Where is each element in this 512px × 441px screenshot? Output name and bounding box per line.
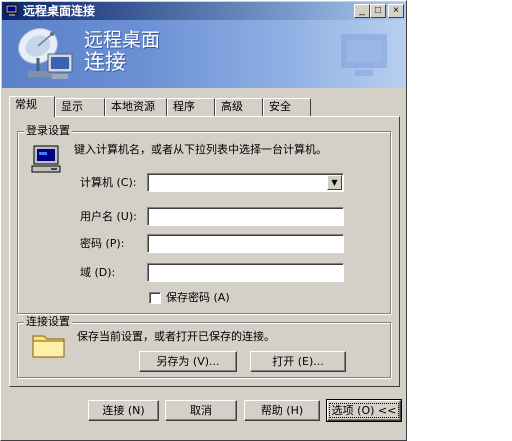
remote-desktop-icon: [5, 4, 18, 16]
login-description: 键入计算机名，或者从下拉列表中选择一台计算机。: [74, 143, 327, 156]
folder-icon: [32, 335, 65, 358]
connection-settings-title: 连接设置: [24, 315, 72, 329]
close-button[interactable]: ×: [388, 4, 404, 18]
save-password-label: 保存密码 (A): [166, 291, 230, 304]
chevron-down-icon[interactable]: ▼: [327, 175, 342, 190]
connection-description: 保存当前设置，或者打开已保存的连接。: [77, 330, 275, 343]
tab-advanced[interactable]: 高级: [215, 98, 263, 116]
options-label: 选项 (O) <<: [328, 402, 400, 418]
help-label: 帮助 (H): [260, 403, 304, 417]
tab-display[interactable]: 显示: [55, 98, 105, 116]
help-button[interactable]: 帮助 (H): [244, 400, 320, 421]
banner-title-line1: 远程桌面: [84, 29, 161, 51]
computer-label: 计算机 (C):: [80, 176, 137, 189]
save-as-button[interactable]: 另存为 (V)...: [139, 351, 237, 372]
username-label: 用户名 (U):: [80, 210, 137, 223]
computer-icon: [31, 145, 61, 173]
tab-strip: 常规 显示 本地资源 程序 高级 安全: [9, 96, 401, 117]
domain-input[interactable]: [147, 263, 344, 282]
tab-security[interactable]: 安全: [263, 98, 311, 116]
tab-local-resources[interactable]: 本地资源: [105, 98, 167, 116]
network-decoration-icon: [341, 34, 387, 76]
connection-settings-group: 连接设置 保存当前设置，或者打开已保存的连接。 另存为 (V)... 打开 (E…: [17, 315, 391, 378]
minimize-button[interactable]: _: [354, 4, 370, 18]
save-as-label: 另存为 (V)...: [156, 354, 220, 368]
tab-panel-general: 登录设置 键入计算机名，或者从下拉列表中选择一台计算机。 计算机 (C): ▼ …: [9, 116, 400, 387]
connect-label: 连接 (N): [102, 403, 145, 417]
options-button[interactable]: 选项 (O) <<: [326, 399, 402, 422]
tab-general[interactable]: 常规: [9, 96, 55, 117]
cancel-label: 取消: [190, 403, 212, 417]
domain-label: 域 (D):: [80, 266, 116, 279]
login-settings-title: 登录设置: [24, 124, 72, 138]
cancel-button[interactable]: 取消: [165, 400, 237, 421]
tab-programs[interactable]: 程序: [167, 98, 215, 116]
password-input[interactable]: [147, 234, 344, 253]
open-label: 打开 (E)...: [272, 354, 324, 368]
window-title: 远程桌面连接: [23, 4, 96, 18]
maximize-button[interactable]: □: [370, 4, 386, 18]
satellite-dish-computer-icon: [18, 27, 73, 79]
title-bar[interactable]: 远程桌面连接 _ □ ×: [2, 2, 406, 20]
remote-desktop-window: 远程桌面连接 _ □ × 远程桌面 连接 常规 显示 本地资源 程序 高级 安全…: [0, 0, 407, 441]
save-password-checkbox[interactable]: [149, 292, 161, 304]
banner: 远程桌面 连接: [2, 20, 406, 88]
connect-button[interactable]: 连接 (N): [88, 400, 159, 421]
computer-combobox[interactable]: ▼: [147, 173, 344, 192]
login-settings-group: 登录设置 键入计算机名，或者从下拉列表中选择一台计算机。 计算机 (C): ▼ …: [17, 124, 391, 314]
password-label: 密码 (P):: [80, 237, 125, 250]
open-button[interactable]: 打开 (E)...: [250, 351, 346, 372]
banner-title-line2: 连接: [84, 50, 126, 74]
username-input[interactable]: [147, 207, 344, 226]
